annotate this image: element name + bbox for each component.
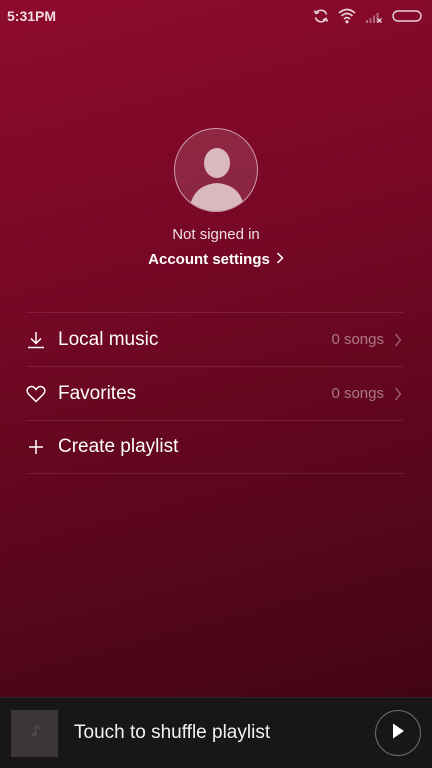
avatar[interactable] [174, 128, 258, 212]
status-icons [313, 8, 424, 24]
plus-icon [26, 437, 46, 457]
battery-icon [392, 9, 424, 23]
download-icon [26, 330, 46, 350]
mini-player[interactable]: Touch to shuffle playlist [0, 697, 432, 768]
menu-item-label: Local music [58, 328, 159, 350]
user-silhouette-icon [189, 148, 245, 211]
chevron-right-icon [276, 251, 284, 268]
profile-section: Not signed in Account settings [0, 128, 432, 268]
status-bar: 5:31PM [0, 0, 432, 32]
heart-icon [26, 384, 46, 404]
menu-item-local-music[interactable]: Local music 0 songs [26, 312, 404, 366]
album-art[interactable] [11, 709, 58, 757]
chevron-right-icon [394, 333, 404, 347]
play-button[interactable] [375, 710, 421, 756]
signal-icon [365, 8, 383, 24]
account-settings-link[interactable]: Account settings [148, 251, 284, 268]
menu-item-label: Favorites [58, 382, 137, 404]
account-settings-label: Account settings [148, 251, 270, 268]
menu-item-label: Create playlist [58, 436, 179, 457]
chevron-right-icon [394, 387, 404, 401]
sign-in-status: Not signed in [172, 226, 260, 243]
music-note-icon [27, 723, 43, 744]
menu-item-favorites[interactable]: Favorites 0 songs [26, 366, 404, 420]
song-count: 0 songs [331, 385, 384, 402]
shuffle-prompt[interactable]: Touch to shuffle playlist [74, 722, 375, 744]
status-time: 5:31PM [7, 8, 57, 24]
wifi-icon [338, 8, 356, 24]
library-menu: Local music 0 songs Favorites 0 songs Cr… [26, 312, 404, 474]
sync-icon [313, 8, 329, 24]
play-icon [390, 722, 406, 745]
menu-item-create-playlist[interactable]: Create playlist [26, 420, 404, 474]
song-count: 0 songs [331, 331, 384, 348]
